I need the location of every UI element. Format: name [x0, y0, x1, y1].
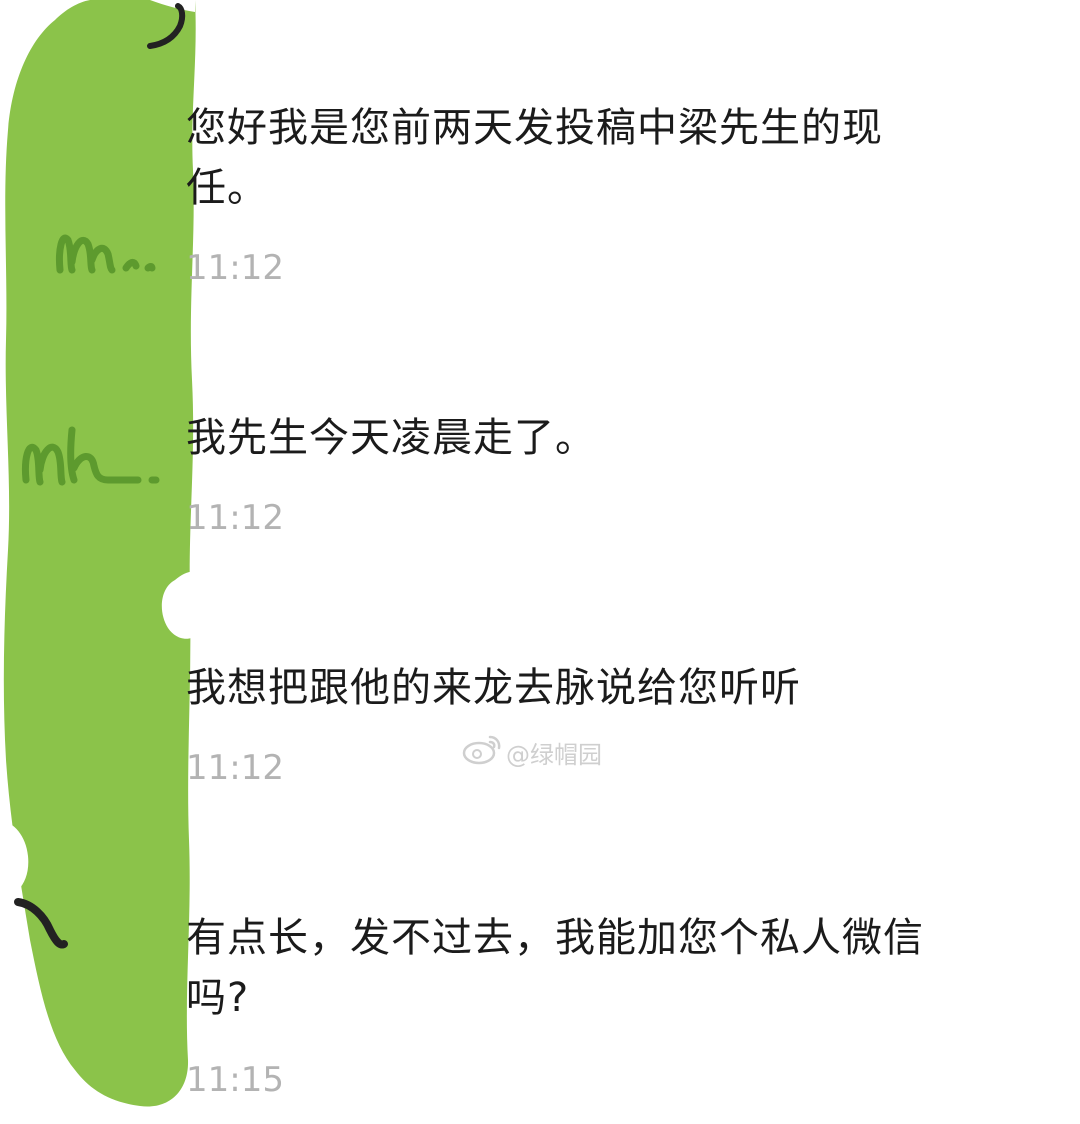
weibo-watermark: @绿帽园 [462, 734, 602, 770]
weibo-icon [462, 733, 502, 771]
message-text: 我想把跟他的来龙去脉说给您听听 [186, 665, 801, 711]
message-text: 我先生今天凌晨走了。 [186, 415, 596, 461]
message-3: 我想把跟他的来龙去脉说给您听听 11:12 [186, 658, 946, 788]
chat-message-list: 您好我是您前两天发投稿中梁先生的现任。 11:12 我先生今天凌晨走了。 11:… [0, 0, 1080, 1124]
watermark-text: @绿帽园 [506, 740, 602, 769]
message-2: 我先生今天凌晨走了。 11:12 [186, 408, 946, 538]
message-timestamp: 11:12 [186, 748, 284, 788]
message-text: 有点长，发不过去，我能加您个私人微信吗? [186, 915, 924, 1021]
message-4: 有点长，发不过去，我能加您个私人微信吗? 11:15 [186, 908, 946, 1100]
message-timestamp: 11:12 [186, 248, 284, 288]
message-timestamp: 11:12 [186, 498, 284, 538]
message-text: 您好我是您前两天发投稿中梁先生的现任。 [186, 105, 883, 211]
message-timestamp: 11:15 [186, 1060, 284, 1100]
message-1: 您好我是您前两天发投稿中梁先生的现任。 11:12 [186, 98, 946, 288]
